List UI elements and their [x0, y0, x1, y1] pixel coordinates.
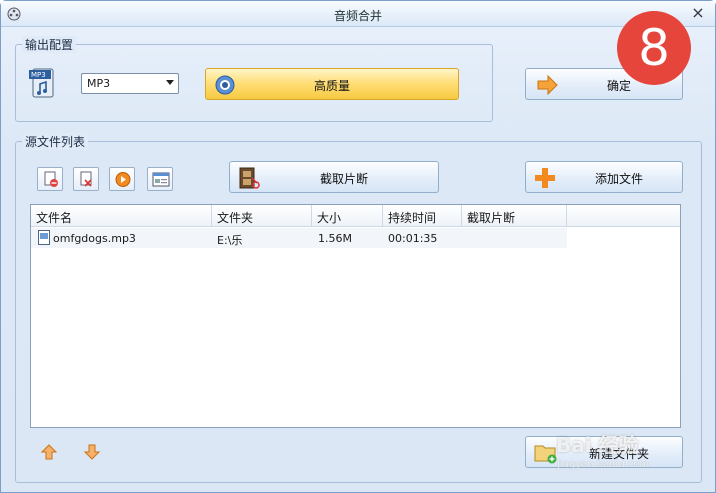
- add-file-button[interactable]: 添加文件: [525, 161, 683, 193]
- cut-segment-label: 截取片断: [319, 172, 368, 186]
- play-button[interactable]: [109, 167, 135, 191]
- clear-file-icon: [80, 171, 92, 187]
- delete-file-icon: [44, 171, 58, 187]
- title-bar: 音频合并 ×: [1, 1, 715, 27]
- column-header-size[interactable]: 大小: [312, 205, 383, 227]
- play-icon: [115, 172, 131, 187]
- plus-icon: [535, 168, 555, 188]
- info-card-icon: [152, 172, 170, 187]
- arrow-right-icon: [537, 75, 558, 95]
- move-up-arrow-icon[interactable]: [40, 443, 58, 461]
- format-select[interactable]: MP3: [81, 73, 179, 94]
- audio-file-icon: [38, 230, 50, 245]
- window-title: 音频合并: [333, 9, 382, 23]
- chevron-down-icon: [166, 80, 174, 85]
- properties-button[interactable]: [147, 167, 173, 191]
- column-header-cut[interactable]: 截取片断: [462, 205, 567, 227]
- column-header-duration[interactable]: 持续时间: [383, 205, 462, 227]
- audio-merge-window: 音频合并 × 输出配置 MP3 MP3 高质量 确定 8 源文件列表 截取片断 …: [0, 0, 716, 493]
- file-list-table[interactable]: 文件名 文件夹 大小 持续时间 截取片断 omfgdogs.mp3 E:\乐 1…: [30, 204, 681, 428]
- table-header: 文件名 文件夹 大小 持续时间 截取片断: [31, 205, 680, 227]
- table-row[interactable]: omfgdogs.mp3 E:\乐 1.56M 00:01:35: [31, 228, 567, 248]
- mp3-file-icon: MP3: [29, 68, 54, 98]
- column-header-folder[interactable]: 文件夹: [212, 205, 312, 227]
- high-quality-button[interactable]: 高质量: [205, 68, 459, 100]
- column-header-filename[interactable]: 文件名: [31, 205, 212, 227]
- step-number-badge: 8: [617, 11, 691, 85]
- cell-folder: E:\乐: [217, 234, 243, 247]
- format-select-value: MP3: [87, 77, 111, 90]
- folder-add-icon: [534, 445, 557, 464]
- cell-filename: omfgdogs.mp3: [53, 232, 136, 245]
- add-file-label: 添加文件: [594, 172, 643, 186]
- watermark-url: jingyan.baidu.com: [557, 459, 650, 470]
- close-icon[interactable]: ×: [689, 4, 707, 22]
- high-quality-label: 高质量: [313, 79, 350, 93]
- watermark-logo: Bai 经验: [556, 433, 639, 457]
- remove-file-button[interactable]: [37, 167, 63, 191]
- move-down-arrow-icon[interactable]: [83, 443, 101, 461]
- cut-segment-button[interactable]: 截取片断: [229, 161, 439, 193]
- clear-list-button[interactable]: [73, 167, 99, 191]
- cell-duration: 00:01:35: [388, 232, 438, 245]
- output-config-title: 输出配置: [22, 36, 77, 53]
- cell-size: 1.56M: [318, 232, 352, 245]
- source-file-list-title: 源文件列表: [22, 133, 89, 150]
- svg-text:MP3: MP3: [31, 71, 46, 79]
